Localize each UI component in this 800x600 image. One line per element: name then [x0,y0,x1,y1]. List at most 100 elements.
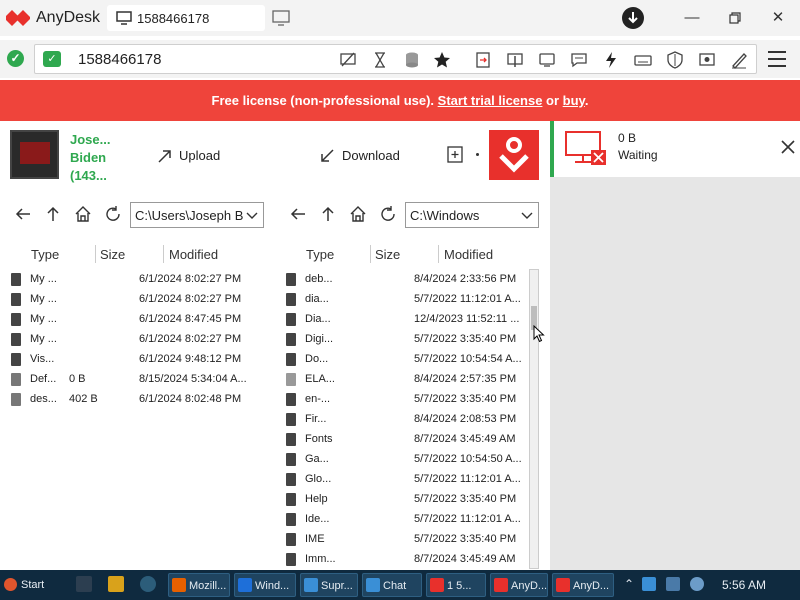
close-window-button[interactable]: ✕ [768,8,788,28]
address-input[interactable]: 1588466178 [78,51,161,68]
taskbar-app-button[interactable]: Wind... [234,573,296,597]
column-divider[interactable] [95,245,96,263]
column-divider[interactable] [163,245,164,263]
remote-path-dropdown[interactable]: C:\Windows [405,202,539,228]
column-header-modified[interactable]: Modified [444,247,493,262]
file-row[interactable]: dia... 5/7/2022 11:12:01 A... [286,290,531,310]
media-player-icon[interactable] [108,576,124,592]
start-trial-link[interactable]: Start trial license [438,93,543,108]
display-icon[interactable] [538,51,556,69]
folder-icon [286,433,296,446]
taskbar-app-label: Mozill... [189,580,227,592]
taskbar-app-button[interactable]: AnyD... [490,573,548,597]
file-modified: 5/7/2022 10:54:54 A... [414,353,522,365]
column-header-type[interactable]: Type [31,247,59,262]
clock[interactable]: 5:56 AM [722,578,766,592]
column-header-size[interactable]: Size [375,247,400,262]
file-list-scrollbar[interactable] [529,269,539,569]
file-row[interactable]: My ... 6/1/2024 8:47:45 PM [11,310,256,330]
buy-link[interactable]: buy [563,93,585,108]
new-tab-icon[interactable] [272,10,290,26]
address-field[interactable]: ✓ 1588466178 [34,44,757,74]
file-row[interactable]: Ga... 5/7/2022 10:54:50 A... [286,450,531,470]
file-row[interactable]: Fonts 8/7/2024 3:45:49 AM [286,430,531,450]
record-icon[interactable] [698,51,716,69]
tray-expand-icon[interactable]: ⌃ [624,577,638,591]
taskbar-app-button[interactable]: Chat [362,573,422,597]
file-row[interactable]: Def... 0 B 8/15/2024 5:34:04 A... [11,370,256,390]
transfer-item[interactable]: 0 B Waiting [550,121,800,177]
favorite-star-icon[interactable] [433,51,451,69]
more-options-dot-icon[interactable] [476,153,479,156]
file-modified: 5/7/2022 3:35:40 PM [414,533,517,545]
file-name: deb... [305,273,333,285]
download-indicator-icon[interactable] [622,7,644,29]
file-row[interactable]: Imm... 8/7/2024 3:45:49 AM [286,550,531,570]
database-icon[interactable] [403,51,421,69]
refresh-icon[interactable] [104,205,122,223]
file-modified: 8/4/2024 2:33:56 PM [414,273,517,285]
hourglass-icon[interactable] [371,51,389,69]
taskbar-app-button[interactable]: 1 5... [426,573,486,597]
file-row[interactable]: ELA... 8/4/2024 2:57:35 PM [286,370,531,390]
network-icon[interactable] [666,577,680,591]
home-icon[interactable] [349,205,367,223]
file-row[interactable]: Glo... 5/7/2022 11:12:01 A... [286,470,531,490]
file-row[interactable]: Vis... 6/1/2024 9:48:12 PM [11,350,256,370]
back-arrow-icon[interactable] [14,205,32,223]
restore-button[interactable] [725,8,745,28]
column-divider[interactable] [438,245,439,263]
column-header-modified[interactable]: Modified [169,247,218,262]
quick-launch-icon[interactable] [76,576,92,592]
file-row[interactable]: Ide... 5/7/2022 11:12:01 A... [286,510,531,530]
file-row[interactable]: des... 402 B 6/1/2024 8:02:48 PM [11,390,256,410]
menu-hamburger-icon[interactable] [768,51,786,67]
file-name: My ... [30,313,57,325]
tray-app-icon[interactable] [642,577,656,591]
local-path-dropdown[interactable]: C:\Users\Joseph B [130,202,264,228]
taskbar-app-button[interactable]: AnyD... [552,573,614,597]
back-arrow-icon[interactable] [289,205,307,223]
anydesk-logo-icon [6,10,30,26]
file-row[interactable]: Do... 5/7/2022 10:54:54 A... [286,350,531,370]
minimize-button[interactable]: — [682,8,702,28]
local-file-pane: Jose... Biden (143... Upload C:\Users\Jo… [0,121,275,570]
whiteboard-pen-icon[interactable] [730,51,748,69]
column-header-type[interactable]: Type [306,247,334,262]
file-row[interactable]: Fir... 8/4/2024 2:08:53 PM [286,410,531,430]
file-row[interactable]: deb... 8/4/2024 2:33:56 PM [286,270,531,290]
file-transfer-icon[interactable] [474,51,492,69]
keyboard-icon[interactable] [634,51,652,69]
taskbar-app-button[interactable]: Supr... [300,573,358,597]
column-divider[interactable] [370,245,371,263]
file-row[interactable]: Help 5/7/2022 3:35:40 PM [286,490,531,510]
close-icon[interactable] [779,138,797,156]
browser-icon[interactable] [140,576,156,592]
file-row[interactable]: My ... 6/1/2024 8:02:27 PM [11,290,256,310]
column-header-size[interactable]: Size [100,247,125,262]
transfer-status: Waiting [618,148,658,162]
volume-icon[interactable] [690,577,704,591]
file-row[interactable]: My ... 6/1/2024 8:02:27 PM [11,330,256,350]
actions-icon[interactable] [506,51,524,69]
permissions-shield-icon[interactable] [666,51,684,69]
file-row[interactable]: Dia... 12/4/2023 11:52:11 ... [286,310,531,330]
file-row[interactable]: IME 5/7/2022 3:35:40 PM [286,530,531,550]
file-row[interactable]: en-... 5/7/2022 3:35:40 PM [286,390,531,410]
app-title: AnyDesk [36,9,101,26]
chat-icon[interactable] [570,51,588,69]
start-button[interactable]: Start [2,574,58,596]
file-row[interactable]: Digi... 5/7/2022 3:35:40 PM [286,330,531,350]
up-arrow-icon[interactable] [319,205,337,223]
file-modified: 6/1/2024 9:48:12 PM [139,353,242,365]
refresh-icon[interactable] [379,205,397,223]
taskbar-app-button[interactable]: Mozill... [168,573,230,597]
up-arrow-icon[interactable] [44,205,62,223]
home-icon[interactable] [74,205,92,223]
monitor-icon [116,11,132,25]
new-folder-icon[interactable] [447,146,463,164]
connection-tab[interactable]: 1588466178 [107,5,265,31]
hide-screen-icon[interactable] [339,51,357,69]
lightning-icon[interactable] [602,51,620,69]
file-row[interactable]: My ... 6/1/2024 8:02:27 PM [11,270,256,290]
